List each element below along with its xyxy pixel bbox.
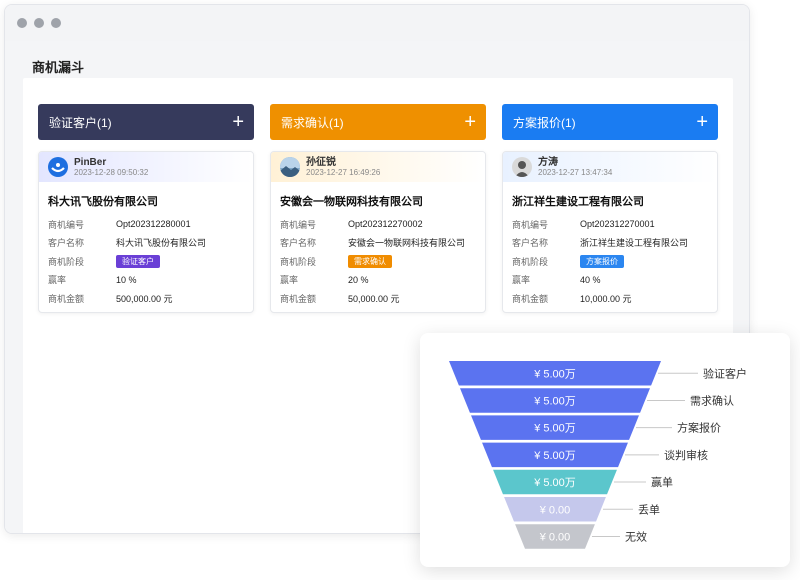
field-value: 50,000.00 元: [348, 293, 400, 304]
funnel-value-label: ¥ 0.00: [539, 504, 571, 516]
funnel-value-label: ¥ 5.00万: [533, 368, 576, 380]
person-avatar-icon: [512, 157, 532, 177]
funnel-stage-label: 谈判审核: [664, 448, 708, 462]
funnel-stage-label: 丢单: [638, 503, 660, 516]
opportunity-card[interactable]: 方涛 2023-12-27 13:47:34 浙江祥生建设工程有限公司 商机编号…: [502, 151, 718, 313]
field-row: 商机编号 Opt202312280001: [39, 215, 253, 234]
field-label: 商机金额: [280, 293, 317, 304]
funnel-value-label: ¥ 5.00万: [533, 423, 576, 435]
column-title: 需求确认(1): [281, 115, 344, 130]
funnel-stage-label: 方案报价: [677, 421, 721, 435]
field-row: 赢率 20 %: [271, 271, 485, 290]
plus-icon[interactable]: +: [696, 112, 708, 132]
field-label: 赢率: [48, 275, 67, 286]
field-label: 商机阶段: [48, 256, 85, 267]
field-value: Opt202312270001: [580, 219, 655, 230]
card-owner-bar: 方涛 2023-12-27 13:47:34: [503, 152, 717, 182]
field-row: 赢率 40 %: [503, 271, 717, 290]
plus-icon[interactable]: +: [464, 112, 476, 132]
field-value: 浙江祥生建设工程有限公司: [580, 238, 689, 249]
field-row: 赢率 10 %: [39, 271, 253, 290]
page-title: 商机漏斗: [32, 60, 85, 75]
field-label: 客户名称: [280, 238, 317, 249]
column-header: 需求确认(1) +: [270, 104, 486, 140]
window-control-dot[interactable]: [34, 18, 44, 28]
field-label: 赢率: [280, 275, 299, 286]
field-row: 商机金额 10,000.00 元: [503, 289, 717, 308]
owner-name: PinBer: [74, 156, 107, 168]
owner-time: 2023-12-28 09:50:32: [74, 167, 149, 177]
field-value: 安徽会一物联网科技有限公司: [348, 238, 466, 249]
funnel-value-label: ¥ 5.00万: [533, 395, 576, 407]
field-row: 商机编号 Opt202312270001: [503, 215, 717, 234]
opportunity-card[interactable]: 孙征锐 2023-12-27 16:49:26 安徽会一物联网科技有限公司 商机…: [270, 151, 486, 313]
card-title[interactable]: 科大讯飞股份有限公司: [48, 193, 253, 209]
window-titlebar: [5, 5, 749, 41]
funnel-chart-card: ¥ 5.00万 验证客户 ¥ 5.00万 需求确认 ¥ 5.00万 方案报价 ¥ 5.00万…: [420, 333, 790, 567]
field-row: 商机阶段 方案报价: [503, 252, 717, 271]
field-label: 赢率: [512, 275, 531, 286]
field-value: Opt202312270002: [348, 219, 423, 230]
field-row: 商机阶段 验证客户: [39, 252, 253, 271]
field-label: 客户名称: [48, 238, 85, 249]
stage-tag: 方案报价: [580, 254, 624, 268]
owner-name: 孙征锐: [306, 156, 336, 168]
field-row: 客户名称 安徽会一物联网科技有限公司: [271, 234, 485, 253]
funnel-stage-label: 需求确认: [690, 394, 734, 407]
kanban-column-requirement: 需求确认(1) + 孙征锐 2023-12-27 16:49:26 安徽会一物联…: [270, 104, 486, 313]
field-value: 科大讯飞股份有限公司: [116, 238, 207, 249]
kanban-column-verify: 验证客户(1) + PinBer 2023-12-28 09:50:32 科大讯…: [38, 104, 254, 313]
plus-icon[interactable]: +: [232, 112, 244, 132]
field-label: 商机编号: [512, 219, 549, 230]
owner-time: 2023-12-27 16:49:26: [306, 167, 381, 177]
owner-time: 2023-12-27 13:47:34: [538, 167, 613, 177]
field-value: 500,000.00 元: [116, 293, 173, 304]
field-value: 20 %: [348, 274, 369, 285]
field-label: 商机阶段: [512, 256, 549, 267]
stage-tag: 验证客户: [116, 254, 160, 268]
field-row: 客户名称 科大讯飞股份有限公司: [39, 234, 253, 253]
field-label: 商机金额: [512, 293, 549, 304]
field-label: 商机编号: [48, 219, 85, 230]
field-row: 商机阶段 需求确认: [271, 252, 485, 271]
field-value: 10,000.00 元: [580, 293, 632, 304]
funnel-stage-label: 验证客户: [703, 366, 747, 380]
owner-name: 方涛: [538, 156, 558, 168]
stage-tag: 需求确认: [348, 254, 392, 268]
window-control-dot[interactable]: [17, 18, 27, 28]
field-row: 商机金额 500,000.00 元: [39, 289, 253, 308]
field-value: Opt202312280001: [116, 219, 191, 230]
field-label: 商机编号: [280, 219, 317, 230]
field-row: 商机金额 50,000.00 元: [271, 289, 485, 308]
funnel-value-label: ¥ 5.00万: [533, 450, 576, 462]
column-title: 验证客户(1): [49, 115, 112, 130]
field-label: 商机金额: [48, 293, 85, 304]
field-row: 客户名称 浙江祥生建设工程有限公司: [503, 234, 717, 253]
window-control-dot[interactable]: [51, 18, 61, 28]
card-title[interactable]: 浙江祥生建设工程有限公司: [512, 193, 717, 209]
funnel-stage-label: 无效: [625, 529, 647, 543]
kanban-column-quotation: 方案报价(1) + 方涛 2023-12-27 13:47:34 浙江祥生建设工…: [502, 104, 718, 313]
column-title: 方案报价(1): [513, 115, 576, 130]
logo-icon: [48, 157, 68, 177]
field-label: 客户名称: [512, 238, 549, 249]
funnel-chart: ¥ 5.00万 验证客户¥ 5.00万 需求确认¥ 5.00万 方案报价¥ 5.00万…: [449, 361, 747, 549]
card-owner-bar: 孙征锐 2023-12-27 16:49:26: [271, 152, 485, 182]
landscape-avatar-icon: [280, 157, 300, 177]
card-owner-bar: PinBer 2023-12-28 09:50:32: [39, 152, 253, 182]
field-row: 商机编号 Opt202312270002: [271, 215, 485, 234]
column-header: 验证客户(1) +: [38, 104, 254, 140]
opportunity-card[interactable]: PinBer 2023-12-28 09:50:32 科大讯飞股份有限公司 商机…: [38, 151, 254, 313]
field-value: 10 %: [116, 274, 137, 285]
field-label: 商机阶段: [280, 256, 317, 267]
funnel-stage-label: 赢单: [651, 475, 673, 489]
card-title[interactable]: 安徽会一物联网科技有限公司: [280, 193, 485, 209]
field-value: 40 %: [580, 274, 601, 285]
column-header: 方案报价(1) +: [502, 104, 718, 140]
funnel-value-label: ¥ 5.00万: [533, 477, 576, 489]
funnel-value-label: ¥ 0.00: [539, 531, 571, 543]
